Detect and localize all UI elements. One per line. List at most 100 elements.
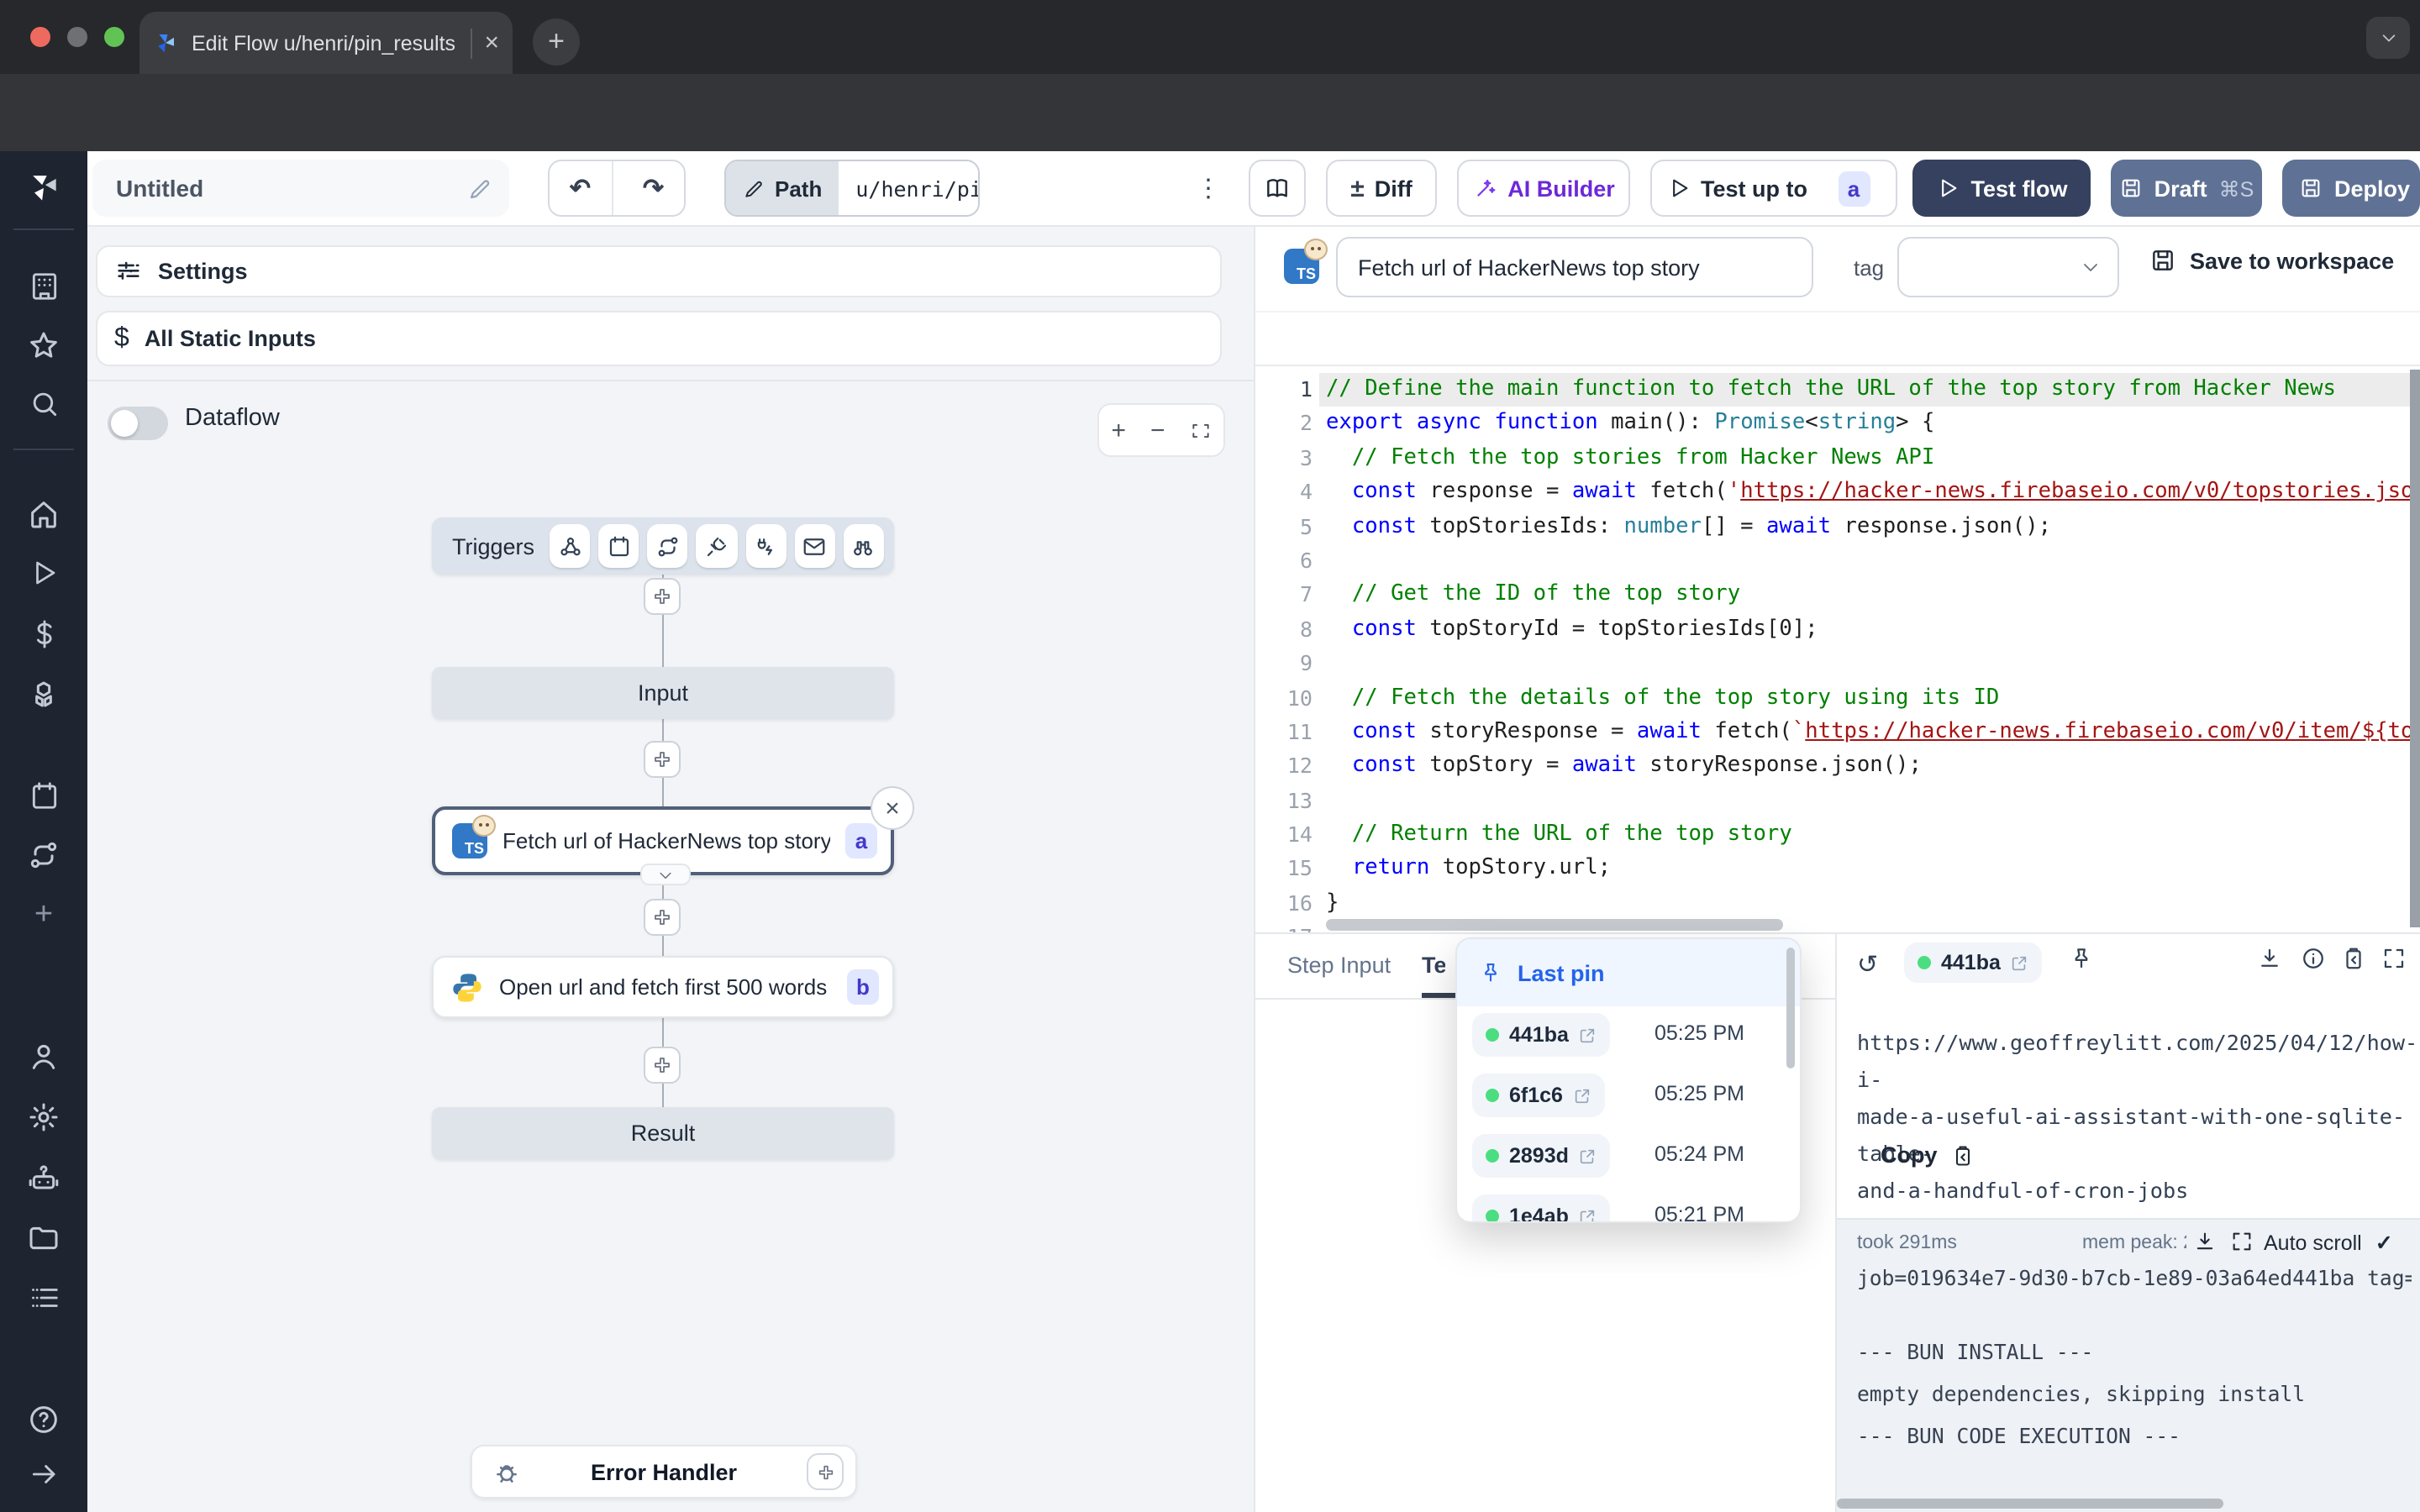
editor-vertical-scrollbar[interactable] (2410, 370, 2420, 927)
run-badge[interactable]: 1e4ab (1472, 1194, 1611, 1223)
all-static-inputs-bar[interactable]: $ All Static Inputs (96, 311, 1222, 366)
docs-button[interactable] (1249, 160, 1306, 217)
settings-gear-icon[interactable] (25, 1099, 62, 1136)
test-up-to-button[interactable]: Test up to a (1650, 160, 1897, 217)
workers-robot-icon[interactable] (25, 1161, 62, 1198)
fit-view-icon[interactable] (1189, 419, 1211, 441)
ai-builder-button[interactable]: AI Builder (1457, 160, 1630, 217)
logs-horizontal-scrollbar[interactable] (1837, 1499, 2223, 1509)
last-pin-option[interactable]: Last pin (1457, 939, 1800, 1006)
favorites-star-icon[interactable] (25, 328, 62, 365)
browser-tab[interactable]: Edit Flow u/henri/pin_results × (139, 12, 513, 74)
history-icon[interactable]: ↺ (1857, 949, 1878, 979)
draft-button[interactable]: Draft ⌘S (2111, 160, 2262, 217)
step-node-a[interactable]: TS Fetch url of HackerNews top story a × (432, 806, 894, 875)
clipboard-icon[interactable] (2341, 946, 2366, 971)
workspace-icon[interactable] (25, 267, 62, 304)
input-node[interactable]: Input (432, 667, 894, 719)
add-step-button[interactable] (644, 578, 681, 615)
tag-select[interactable] (1897, 237, 2119, 297)
add-error-handler-button[interactable] (807, 1453, 844, 1490)
code-line[interactable]: // Fetch the top stories from Hacker New… (1326, 442, 2420, 476)
expand-logs-icon[interactable] (2230, 1230, 2254, 1253)
code-line[interactable]: const response = await fetch('https://ha… (1326, 475, 2420, 510)
external-link-icon[interactable] (1579, 1207, 1597, 1223)
new-tab-button[interactable]: + (533, 18, 580, 66)
collapse-arrow-icon[interactable] (25, 1455, 62, 1492)
pin-menu-item[interactable]: 2893d05:24 PM (1457, 1134, 1800, 1178)
external-link-icon[interactable] (1573, 1086, 1591, 1105)
dataflow-toggle[interactable] (108, 407, 168, 440)
run-badge[interactable]: 441ba (1904, 942, 2043, 983)
error-handler-node[interactable]: Error Handler (471, 1445, 857, 1499)
websocket-trigger-icon[interactable] (697, 524, 737, 568)
add-step-button[interactable] (644, 741, 681, 778)
more-options-icon[interactable]: ⋮ (1188, 168, 1228, 208)
webhook-trigger-icon[interactable] (550, 524, 590, 568)
search-icon[interactable] (25, 385, 62, 422)
help-icon[interactable] (25, 1401, 62, 1438)
schedule-trigger-icon[interactable] (598, 524, 639, 568)
result-node[interactable]: Result (432, 1107, 894, 1159)
folders-icon[interactable] (25, 1220, 62, 1257)
flow-settings-bar[interactable]: Settings (96, 245, 1222, 297)
deploy-button[interactable]: Deploy (2282, 160, 2420, 217)
external-link-icon[interactable] (1579, 1026, 1597, 1044)
tab-test-this-step[interactable]: Test (1422, 953, 1445, 978)
run-badge[interactable]: 6f1c6 (1472, 1074, 1605, 1117)
pin-menu-item[interactable]: 6f1c605:25 PM (1457, 1074, 1800, 1117)
copy-button[interactable]: Copy (1881, 1142, 1975, 1168)
code-line[interactable]: // Get the ID of the top story (1326, 579, 2420, 613)
zoom-window-button[interactable] (104, 27, 124, 47)
code-line[interactable]: // Fetch the details of the top story us… (1326, 681, 2420, 716)
kafka-trigger-icon[interactable] (745, 524, 786, 568)
triggers-node[interactable]: Triggers (432, 517, 894, 575)
add-plus-icon[interactable]: + (25, 897, 62, 934)
add-step-button[interactable] (644, 1047, 681, 1084)
poll-trigger-icon[interactable] (844, 524, 884, 568)
code-line[interactable]: return topStory.url; (1326, 853, 2420, 887)
minimize-window-button[interactable] (67, 27, 87, 47)
run-badge[interactable]: 441ba (1472, 1013, 1611, 1057)
redo-button[interactable]: ↷ (623, 161, 684, 215)
code-editor[interactable]: 1234567891011121314151617 // Define the … (1255, 366, 2420, 934)
expand-step-chevron[interactable] (640, 864, 691, 885)
close-tab-icon[interactable]: × (484, 29, 499, 57)
download-icon[interactable] (2257, 946, 2282, 971)
step-node-b[interactable]: Open url and fetch first 500 words of ..… (432, 956, 894, 1018)
external-link-icon[interactable] (1579, 1147, 1597, 1165)
test-flow-button[interactable]: Test flow (1912, 160, 2091, 217)
runs-play-icon[interactable] (25, 554, 62, 591)
pin-menu-item[interactable]: 1e4ab05:21 PM (1457, 1194, 1800, 1223)
close-window-button[interactable] (30, 27, 50, 47)
user-icon[interactable] (25, 1038, 62, 1075)
audit-logs-list-icon[interactable] (25, 1278, 62, 1315)
expand-icon[interactable] (2381, 946, 2407, 971)
undo-button[interactable]: ↶ (550, 161, 613, 215)
code-line[interactable]: const storyResponse = await fetch(`https… (1326, 716, 2420, 750)
external-link-icon[interactable] (2011, 953, 2029, 972)
remove-step-button[interactable]: × (871, 786, 914, 830)
zoom-out-button[interactable]: − (1150, 416, 1165, 444)
code-line[interactable]: const topStoriesIds: number[] = await re… (1326, 510, 2420, 544)
code-line[interactable] (1326, 784, 2420, 818)
menu-scrollbar[interactable] (1786, 948, 1795, 1068)
tab-step-input[interactable]: Step Input (1287, 953, 1391, 978)
code-line[interactable]: } (1326, 887, 2420, 921)
code-line[interactable]: // Return the URL of the top story (1326, 818, 2420, 853)
tab-search-chevron[interactable] (2366, 17, 2410, 59)
add-step-button[interactable] (644, 899, 681, 936)
info-icon[interactable] (2301, 946, 2326, 971)
code-line[interactable]: // Define the main function to fetch the… (1319, 373, 2420, 407)
flow-summary-field[interactable]: Untitled (92, 160, 509, 217)
diff-button[interactable]: ± Diff (1326, 160, 1437, 217)
code-line[interactable] (1326, 544, 2420, 579)
schedules-calendar-icon[interactable] (25, 776, 62, 813)
windmill-logo[interactable] (25, 168, 62, 205)
home-icon[interactable] (25, 496, 62, 533)
editor-horizontal-scrollbar[interactable] (1326, 919, 1783, 931)
code-line[interactable]: export async function main(): Promise<st… (1326, 407, 2420, 442)
zoom-in-button[interactable]: + (1111, 416, 1126, 444)
run-badge[interactable]: 2893d (1472, 1134, 1611, 1178)
email-trigger-icon[interactable] (794, 524, 834, 568)
